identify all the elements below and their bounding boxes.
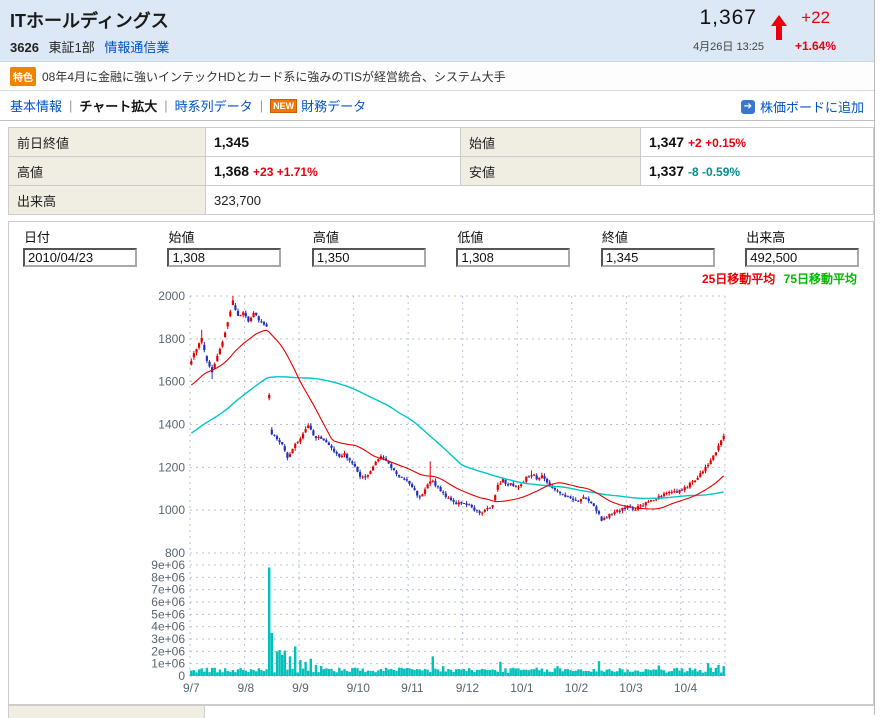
current-price: 1,367: [699, 6, 757, 30]
svg-text:9/9: 9/9: [292, 681, 309, 695]
open-input[interactable]: [167, 248, 281, 267]
svg-text:9/10: 9/10: [347, 681, 371, 695]
ma75-legend-label: 75日移動平均: [784, 272, 857, 286]
sector-link[interactable]: 情報通信業: [104, 40, 169, 55]
ma25-legend-label: 25日移動平均: [702, 272, 775, 286]
svg-text:9/11: 9/11: [401, 681, 424, 695]
add-to-board-link[interactable]: 株価ボードに追加: [760, 97, 864, 116]
svg-text:1600: 1600: [158, 375, 185, 389]
tab-basic-info[interactable]: 基本情報: [10, 96, 62, 115]
svg-text:1800: 1800: [158, 332, 185, 346]
price-change: +22: [801, 8, 830, 28]
chart-section: 日付 始値 高値 低値 終値 出来高: [8, 221, 874, 705]
tab-financial-data[interactable]: 財務データ: [301, 96, 366, 115]
open-label: 始値: [461, 128, 641, 157]
high-field-group: 高値: [312, 227, 452, 267]
low-value: 1,337-8 -0.59%: [641, 157, 874, 186]
high-field-label: 高値: [313, 227, 452, 246]
tab-chart-expand: チャート拡大: [79, 96, 157, 115]
volume-field-label: 出来高: [746, 227, 885, 246]
next-section-header-cell: [8, 706, 205, 718]
add-to-board[interactable]: ➔ 株価ボードに追加: [741, 97, 864, 116]
feature-badge: 特色: [10, 67, 36, 86]
volume-input[interactable]: [745, 248, 859, 267]
nav-separator: |: [69, 98, 72, 113]
tab-time-series[interactable]: 時系列データ: [175, 96, 253, 115]
prev-close-label: 前日終値: [9, 128, 206, 157]
quote-datetime: 4月26日 13:25: [693, 38, 764, 54]
svg-text:10/3: 10/3: [619, 681, 643, 695]
stock-code: 3626: [10, 40, 39, 55]
svg-text:10/1: 10/1: [510, 681, 534, 695]
date-input[interactable]: [23, 248, 137, 267]
stock-detail-page: ITホールディングス 3626 東証1部 情報通信業 1,367 4月26日 1…: [0, 0, 875, 715]
high-input[interactable]: [312, 248, 426, 267]
volume-value: 323,700: [206, 186, 874, 215]
low-field-group: 低値: [456, 227, 596, 267]
quote-header: ITホールディングス 3626 東証1部 情報通信業 1,367 4月26日 1…: [0, 0, 874, 62]
prev-close-value: 1,345: [206, 128, 461, 157]
svg-text:9/8: 9/8: [238, 681, 255, 695]
svg-text:2000: 2000: [158, 289, 185, 303]
arrow-right-icon: ➔: [741, 100, 755, 114]
price-up-arrow-icon: [771, 15, 787, 41]
price-summary-table: 前日終値 1,345 始値 1,347+2 +0.15% 高値 1,368+23…: [8, 127, 874, 215]
svg-text:10/2: 10/2: [565, 681, 589, 695]
volume-field-group: 出来高: [745, 227, 885, 267]
table-row: 出来高 323,700: [9, 186, 874, 215]
market-name: 東証1部: [49, 40, 95, 55]
open-field-group: 始値: [167, 227, 307, 267]
high-change: +23 +1.71%: [253, 165, 318, 179]
svg-text:1000: 1000: [158, 503, 185, 517]
tab-nav: 基本情報 | チャート拡大 | 時系列データ | NEW 財務データ ➔ 株価ボ…: [0, 91, 874, 121]
svg-text:10/4: 10/4: [674, 681, 698, 695]
low-change: -8 -0.59%: [688, 165, 740, 179]
low-field-label: 低値: [457, 227, 596, 246]
svg-text:1200: 1200: [158, 460, 185, 474]
ohlc-form: 日付 始値 高値 低値 終値 出来高: [9, 222, 873, 267]
low-input[interactable]: [456, 248, 570, 267]
table-row: 前日終値 1,345 始値 1,347+2 +0.15%: [9, 128, 874, 157]
feature-text: 08年4月に金融に強いインテックHDとカード系に強みのTISが経営統合、システム…: [42, 68, 506, 85]
next-section-strip: [8, 705, 874, 717]
svg-text:9/7: 9/7: [183, 681, 200, 695]
nav-separator: |: [164, 98, 167, 113]
close-field-label: 終値: [602, 227, 741, 246]
new-badge: NEW: [270, 99, 297, 113]
nav-separator: |: [260, 98, 263, 113]
high-value: 1,368+23 +1.71%: [206, 157, 461, 186]
close-input[interactable]: [601, 248, 715, 267]
volume-label: 出来高: [9, 186, 206, 215]
open-field-label: 始値: [168, 227, 307, 246]
price-change-percent: +1.64%: [795, 39, 836, 53]
date-field-group: 日付: [23, 227, 163, 267]
company-meta: 3626 東証1部 情報通信業: [10, 37, 169, 56]
table-row: 高値 1,368+23 +1.71% 安値 1,337-8 -0.59%: [9, 157, 874, 186]
svg-text:1400: 1400: [158, 418, 185, 432]
price-volume-chart: 2000180016001400120010008009e+068e+067e+…: [9, 285, 873, 706]
close-field-group: 終値: [601, 227, 741, 267]
open-value: 1,347+2 +0.15%: [641, 128, 874, 157]
date-label: 日付: [24, 227, 163, 246]
open-change: +2 +0.15%: [688, 136, 746, 150]
svg-text:9/12: 9/12: [456, 681, 480, 695]
high-label: 高値: [9, 157, 206, 186]
ma-legend: 25日移動平均 75日移動平均: [9, 267, 873, 285]
company-name: ITホールディングス: [10, 7, 169, 33]
feature-row: 特色 08年4月に金融に強いインテックHDとカード系に強みのTISが経営統合、シ…: [0, 62, 874, 91]
low-label: 安値: [461, 157, 641, 186]
